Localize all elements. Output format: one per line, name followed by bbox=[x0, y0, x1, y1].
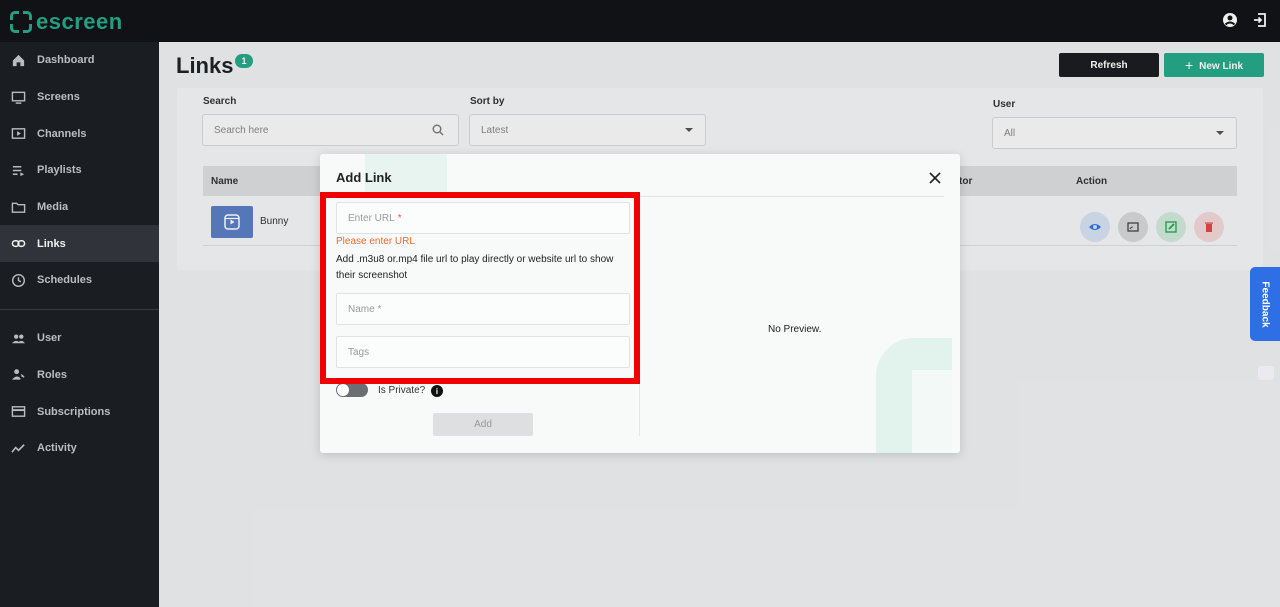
url-help-text: Add .m3u8 or.mp4 file url to play direct… bbox=[336, 254, 614, 281]
add-link-modal: Add Link Enter URL * Please enter URL Add… bbox=[320, 154, 960, 453]
widget-icon[interactable] bbox=[1258, 366, 1274, 380]
feedback-tab[interactable]: Feedback bbox=[1250, 267, 1280, 341]
info-icon[interactable]: i bbox=[431, 385, 443, 397]
url-placeholder: Enter URL bbox=[348, 212, 395, 224]
tags-input[interactable]: Tags bbox=[336, 336, 630, 368]
preview-text: No Preview. bbox=[768, 324, 822, 335]
modal-column-divider bbox=[639, 196, 640, 436]
url-input[interactable]: Enter URL * bbox=[336, 202, 630, 234]
feedback-label: Feedback bbox=[1259, 280, 1271, 328]
modal-divider bbox=[320, 196, 944, 197]
required-mark: * bbox=[397, 212, 402, 224]
modal-decoration bbox=[912, 370, 952, 453]
name-input[interactable]: Name * bbox=[336, 293, 630, 325]
tags-placeholder: Tags bbox=[348, 346, 370, 358]
private-toggle[interactable] bbox=[336, 383, 368, 397]
modal-title: Add Link bbox=[336, 170, 392, 185]
url-error: Please enter URL bbox=[336, 236, 415, 247]
add-button[interactable]: Add bbox=[433, 413, 533, 436]
name-placeholder: Name * bbox=[348, 303, 382, 315]
close-icon[interactable] bbox=[928, 171, 942, 185]
private-label: Is Private? bbox=[378, 385, 426, 396]
